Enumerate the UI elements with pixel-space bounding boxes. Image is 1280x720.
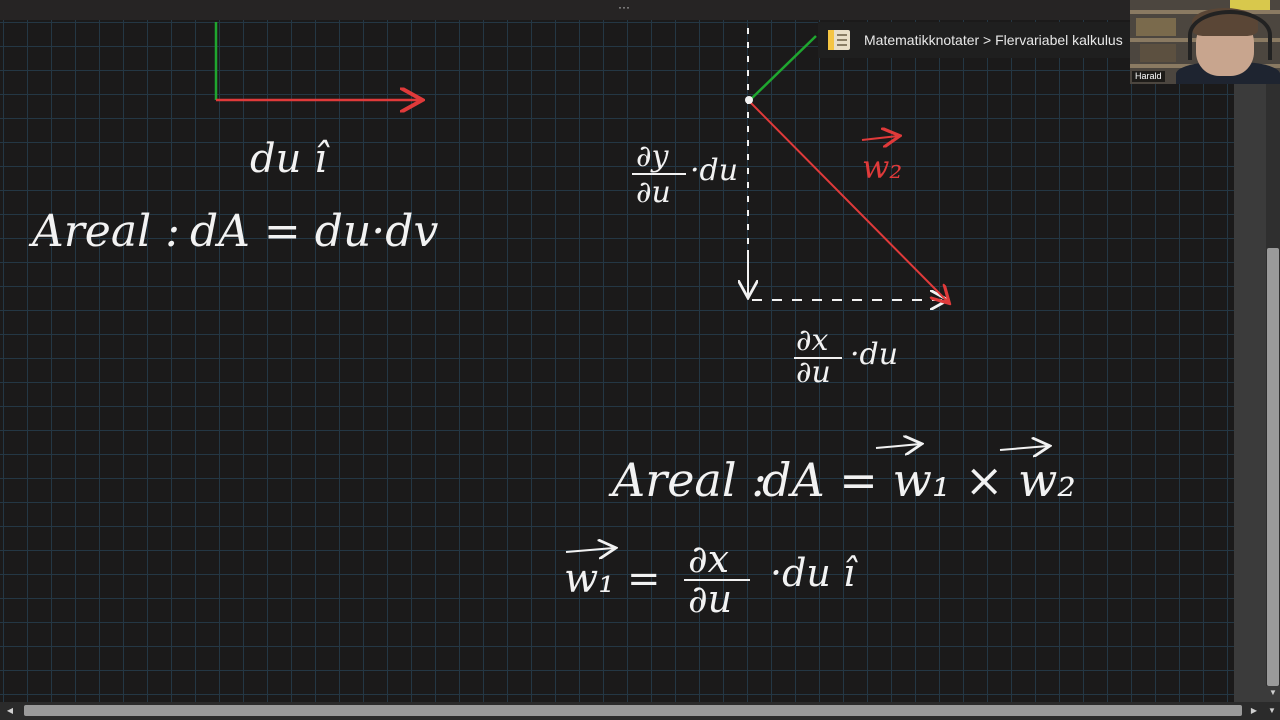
scroll-down-corner-icon[interactable]: ▼ bbox=[1264, 702, 1280, 720]
participant-name: Harald bbox=[1132, 71, 1165, 82]
notebook-icon bbox=[828, 30, 850, 50]
books bbox=[1136, 18, 1176, 36]
webcam-video: Harald bbox=[1130, 0, 1280, 84]
vertical-scroll-thumb[interactable] bbox=[1267, 248, 1279, 686]
more-options-icon[interactable]: ··· bbox=[612, 0, 636, 20]
scroll-right-arrow-icon[interactable]: ▶ bbox=[1246, 702, 1262, 720]
books bbox=[1140, 44, 1176, 62]
notebook-breadcrumb-bar[interactable]: Matematikknotater > Flervariabel kalkulu… bbox=[818, 22, 1130, 58]
top-bar: ··· bbox=[0, 0, 1280, 20]
horizontal-scroll-thumb[interactable] bbox=[24, 705, 1242, 716]
scroll-down-arrow-icon[interactable]: ▼ bbox=[1266, 686, 1280, 700]
scroll-left-arrow-icon[interactable]: ◀ bbox=[2, 702, 18, 720]
breadcrumb[interactable]: Matematikknotater > Flervariabel kalkulu… bbox=[864, 32, 1123, 48]
headset-icon bbox=[1188, 10, 1272, 60]
grid-canvas[interactable] bbox=[0, 20, 1234, 702]
